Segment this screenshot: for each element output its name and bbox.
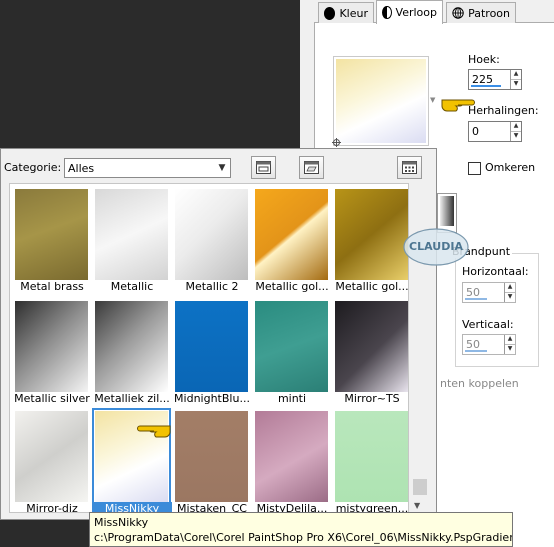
folder-icon [304,161,319,174]
window-icon [256,161,271,174]
category-select[interactable]: Alles ▼ [64,158,231,178]
gradient-swatch [95,189,168,280]
gradient-name: Metallic 2 [185,280,239,293]
gradient-name: Mirror~TS [344,392,400,405]
gradient-swatch [335,189,408,280]
category-label: Categorie: [4,161,62,174]
horizontal-stepper[interactable]: 50 ▲ ▼ [462,282,516,303]
chevron-up-icon[interactable]: ▲ [511,122,521,132]
tooltip-title: MissNikky [94,516,149,529]
gradient-swatch [335,301,408,392]
gradient-name: minti [277,392,307,405]
stepper-arrows: ▲ ▼ [510,70,521,89]
svg-text:CLAUDIA: CLAUDIA [409,240,463,253]
chevron-down-icon[interactable]: ▼ [505,345,515,354]
gradient-name: Metallic silver [14,392,90,405]
gradient-name: Metalliek zil... [94,392,170,405]
gradient-name: Metallic gol... [255,280,329,293]
invert-label: Omkeren [485,161,536,174]
gradient-preview[interactable] [332,56,429,147]
chevron-up-icon[interactable]: ▲ [505,335,515,345]
gradient-swatch [15,301,88,392]
gradient-name: MidnightBlu... [174,392,250,405]
tab-kleur[interactable]: Kleur [318,2,374,23]
gradient-item[interactable]: MistyDelila... [252,406,330,512]
tooltip-path: c:\ProgramData\Corel\Corel PaintShop Pro… [94,531,513,544]
gradient-item[interactable]: Mirror-diz [12,406,90,512]
gradient-swatch [175,189,248,280]
chevron-down-icon[interactable]: ▼ [414,501,420,510]
gradient-swatch [15,411,88,502]
gradient-item[interactable]: Metallic silver [12,296,90,405]
gradient-grid: Metal brass Metallic Metallic 2 Metallic go… [9,183,409,513]
tab-label: Patroon [468,6,510,20]
gradient-swatch [95,301,168,392]
globe-grid-icon [452,7,464,19]
gradient-item[interactable]: Metallic gol... [252,184,330,293]
repeats-stepper[interactable]: 0 ▲ ▼ [468,121,522,142]
tab-verloop[interactable]: Verloop [376,0,443,24]
pointing-hand-icon [441,99,475,112]
category-value: Alles [68,161,95,175]
vertical-label: Verticaal: [462,318,514,331]
gradient-swatch [335,411,408,502]
scrollbar-thumb[interactable] [413,479,427,495]
gradient-item[interactable]: Metal brass [12,184,90,293]
grid-icon [402,161,417,174]
gradient-preview-swatch [336,59,426,143]
browse-button[interactable] [251,156,276,179]
gradient-name: Metal brass [20,280,84,293]
invert-checkbox[interactable] [468,162,481,175]
chevron-down-icon[interactable]: ▼ [511,132,521,141]
chevron-up-icon[interactable]: ▲ [505,283,515,293]
angle-stepper[interactable]: 225 ▲ ▼ [468,69,522,90]
gradient-circle-icon [382,6,392,19]
folder-button[interactable] [299,156,324,179]
chevron-down-icon: ▼ [218,163,226,173]
claudia-watermark-logo: CLAUDIA [403,228,469,266]
gradient-picker-popup: Categorie: Alles ▼ Metal brass Metallic Me… [0,148,437,520]
chevron-down-icon[interactable]: ▼ [505,293,515,302]
tab-label: Verloop [395,6,437,19]
gradient-swatch [175,301,248,392]
horizontal-level-bar [465,298,487,300]
stepper-arrows: ▲ ▼ [504,335,515,354]
gradient-item[interactable]: Metallic [92,184,170,293]
gradient-tooltip: MissNikky c:\ProgramData\Corel\Corel Pai… [89,512,513,547]
stepper-arrows: ▲ ▼ [504,283,515,302]
gradient-name: Metallic gol... [335,280,409,293]
chevron-down-icon[interactable]: ▼ [511,80,521,89]
vertical-stepper[interactable]: 50 ▲ ▼ [462,334,516,355]
stepper-arrows: ▲ ▼ [510,122,521,141]
gradient-item[interactable]: Mistaken_CC [172,406,250,512]
gradient-item[interactable]: mistygreen... [332,406,408,512]
view-options-button[interactable] [397,156,422,179]
gradient-swatch [255,301,328,392]
gradient-swatch [255,189,328,280]
pointing-hand-icon [137,425,171,438]
tab-patroon[interactable]: Patroon [446,2,516,23]
repeats-label: Herhalingen: [468,104,539,117]
gradient-item[interactable]: Metalliek zil... [92,296,170,405]
black-circle-icon [324,6,336,20]
vertical-level-bar [465,350,487,352]
crosshair-icon [332,138,341,147]
gradient-name: Mirror-diz [26,502,78,513]
angle-level-bar [471,85,501,87]
gradient-swatch [15,189,88,280]
link-label: nten koppelen [440,377,519,390]
repeats-value[interactable]: 0 [469,122,510,141]
gradient-name: Metallic [110,280,154,293]
gradient-item[interactable]: minti [252,296,330,405]
chevron-up-icon[interactable]: ▲ [511,70,521,80]
gradient-item[interactable]: Metallic gol... [332,184,408,293]
gradient-item[interactable]: Metallic 2 [172,184,250,293]
gradient-swatch [255,411,328,502]
gradient-item[interactable]: MidnightBlu... [172,296,250,405]
angle-label: Hoek: [468,53,500,66]
tab-label: Kleur [339,6,368,20]
gradient-swatch [175,411,248,502]
gradient-item[interactable]: Mirror~TS [332,296,408,405]
dropdown-arrow-icon[interactable]: ▼ [430,96,435,104]
